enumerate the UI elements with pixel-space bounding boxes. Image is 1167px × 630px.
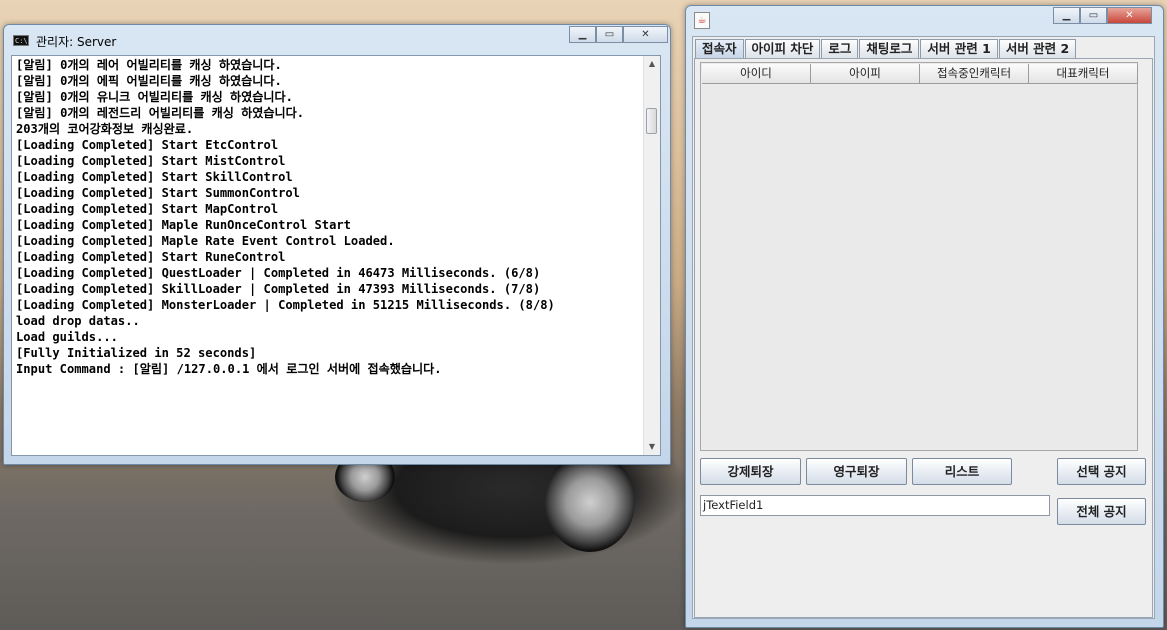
table-header: 아이디 아이피 접속중인캐릭터 대표캐릭터: [702, 64, 1138, 84]
console-line: [Loading Completed] SkillLoader | Comple…: [16, 282, 541, 296]
connected-users-panel: 아이디 아이피 접속중인캐릭터 대표캐릭터 강제퇴장 영구퇴장 리스트 선택 공…: [694, 58, 1153, 618]
console-line: [Loading Completed] MonsterLoader | Comp…: [16, 298, 555, 312]
console-line: load drop datas..: [16, 314, 140, 328]
tab-bar: 접속자 아이피 차단 로그 채팅로그 서버 관련 1 서버 관련 2: [695, 39, 1077, 59]
all-notice-button[interactable]: 전체 공지: [1057, 498, 1146, 525]
console-line: 203개의 코어강화정보 캐싱완료.: [16, 122, 194, 136]
list-button[interactable]: 리스트: [912, 458, 1012, 485]
console-line: [Loading Completed] Start SummonControl: [16, 186, 300, 200]
column-header-ip[interactable]: 아이피: [811, 64, 920, 84]
console-output-area[interactable]: [알림] 0개의 레어 어빌리티를 캐싱 하였습니다. [알림] 0개의 에픽 어…: [11, 55, 661, 456]
tab-connected-users[interactable]: 접속자: [695, 39, 744, 58]
console-line: [Loading Completed] Start MistControl: [16, 154, 286, 168]
console-line: [Loading Completed] QuestLoader | Comple…: [16, 266, 541, 280]
column-header-id[interactable]: 아이디: [702, 64, 811, 84]
console-line: [알림] 0개의 레전드리 어빌리티를 캐싱 하였습니다.: [16, 106, 305, 120]
console-line: [Loading Completed] Maple Rate Event Con…: [16, 234, 395, 248]
console-line: [Loading Completed] Start EtcControl: [16, 138, 279, 152]
console-line: [Loading Completed] Start SkillControl: [16, 170, 293, 184]
maximize-button[interactable]: ▭: [596, 26, 623, 43]
server-console-window: C:\ 관리자: Server ▁ ▭ ✕ [알림] 0개의 레어 어빌리티를 …: [3, 24, 671, 465]
scroll-up-icon[interactable]: ▲: [644, 56, 660, 72]
minimize-button[interactable]: ▁: [1053, 7, 1080, 24]
column-header-main-character[interactable]: 대표캐릭터: [1029, 64, 1138, 84]
console-line: [Loading Completed] Start RuneControl: [16, 250, 286, 264]
console-output-text: [알림] 0개의 레어 어빌리티를 캐싱 하였습니다. [알림] 0개의 에픽 어…: [16, 57, 642, 377]
permanent-ban-button[interactable]: 영구퇴장: [806, 458, 907, 485]
tab-server-2[interactable]: 서버 관련 2: [998, 39, 1077, 58]
notice-text-field[interactable]: jTextField1: [700, 495, 1050, 516]
console-line: [알림] 0개의 유니크 어빌리티를 캐싱 하였습니다.: [16, 90, 293, 104]
wallpaper-wheel: [545, 452, 635, 552]
java-app-icon: ☕: [694, 12, 710, 29]
console-line: [Fully Initialized in 52 seconds]: [16, 346, 257, 360]
kick-button[interactable]: 강제퇴장: [700, 458, 801, 485]
console-line: [알림] 0개의 에픽 어빌리티를 캐싱 하였습니다.: [16, 74, 282, 88]
console-line: Load guilds...: [16, 330, 118, 344]
console-line: [Loading Completed] Start MapControl: [16, 202, 279, 216]
admin-tool-window: ☕ ▁ ▭ ✕ 접속자 아이피 차단 로그 채팅로그 서버 관련 1 서버 관련…: [685, 5, 1164, 628]
console-line: Input Command : [알림] /127.0.0.1 에서 로그인 서…: [16, 362, 442, 376]
scroll-down-icon[interactable]: ▼: [644, 439, 660, 455]
console-title: 관리자: Server: [36, 35, 117, 49]
scrollbar-thumb[interactable]: [646, 108, 657, 134]
users-table[interactable]: 아이디 아이피 접속중인캐릭터 대표캐릭터: [700, 62, 1138, 451]
tab-server-1[interactable]: 서버 관련 1: [920, 39, 998, 58]
column-header-online-character[interactable]: 접속중인캐릭터: [920, 64, 1029, 84]
tab-log[interactable]: 로그: [821, 39, 859, 58]
tab-chat-log[interactable]: 채팅로그: [859, 39, 920, 58]
select-notice-button[interactable]: 선택 공지: [1057, 458, 1146, 485]
console-line: [Loading Completed] Maple RunOnceControl…: [16, 218, 351, 232]
console-line: [알림] 0개의 레어 어빌리티를 캐싱 하였습니다.: [16, 58, 282, 72]
close-button[interactable]: ✕: [623, 26, 668, 43]
admin-content-pane: 접속자 아이피 차단 로그 채팅로그 서버 관련 1 서버 관련 2 아이디 아…: [692, 36, 1155, 619]
minimize-button[interactable]: ▁: [569, 26, 596, 43]
close-button[interactable]: ✕: [1107, 7, 1152, 24]
tab-ip-block[interactable]: 아이피 차단: [744, 39, 821, 58]
console-scrollbar[interactable]: ▲ ▼: [643, 56, 660, 455]
console-app-icon: C:\: [13, 35, 29, 46]
maximize-button[interactable]: ▭: [1080, 7, 1107, 24]
console-titlebar[interactable]: C:\ 관리자: Server ▁ ▭ ✕: [4, 25, 670, 53]
